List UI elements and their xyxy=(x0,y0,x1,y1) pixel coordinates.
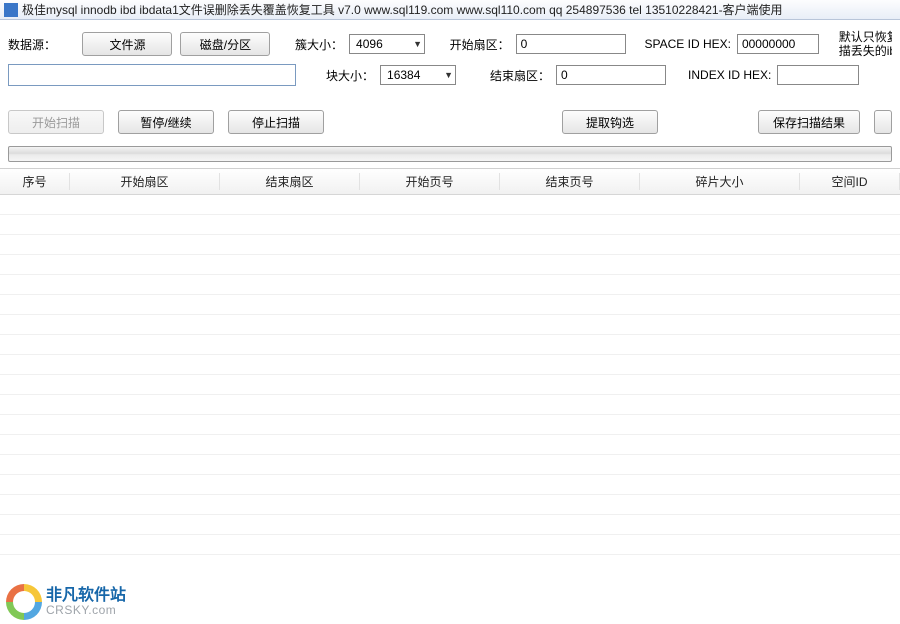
col-space-id[interactable]: 空间ID xyxy=(800,173,900,190)
end-sector-label: 结束扇区： xyxy=(490,67,550,84)
disk-partition-button[interactable]: 磁盘/分区 xyxy=(180,32,270,56)
table-row xyxy=(0,475,900,495)
titlebar: 极佳mysql innodb ibd ibdata1文件误删除丢失覆盖恢复工具 … xyxy=(0,0,900,20)
save-scan-result-button[interactable]: 保存扫描结果 xyxy=(758,110,860,134)
table-row xyxy=(0,515,900,535)
col-end-sector[interactable]: 结束扇区 xyxy=(220,173,360,190)
col-fragment-size[interactable]: 碎片大小 xyxy=(640,173,800,190)
cluster-size-input[interactable] xyxy=(349,34,425,54)
table-row xyxy=(0,335,900,355)
table-row xyxy=(0,535,900,555)
watermark-en: CRSKY.com xyxy=(46,604,126,617)
table-row xyxy=(0,455,900,475)
table-row xyxy=(0,195,900,215)
note-line2: 描丢失的ibd文件请把 xyxy=(839,44,892,58)
table-row xyxy=(0,215,900,235)
window-title: 极佳mysql innodb ibd ibdata1文件误删除丢失覆盖恢复工具 … xyxy=(22,1,783,18)
table-row xyxy=(0,255,900,275)
table-row xyxy=(0,295,900,315)
note-line1: 默认只恢复丢失ibda xyxy=(839,30,892,44)
datasource-label: 数据源： xyxy=(8,36,56,53)
cluster-size-label: 簇大小： xyxy=(295,36,343,53)
watermark-logo-icon xyxy=(6,584,42,620)
table-header: 序号 开始扇区 结束扇区 开始页号 结束页号 碎片大小 空间ID xyxy=(0,169,900,195)
table-row xyxy=(0,315,900,335)
col-start-page[interactable]: 开始页号 xyxy=(360,173,500,190)
table-row xyxy=(0,435,900,455)
datasource-input[interactable] xyxy=(8,64,296,86)
block-size-combo[interactable]: ▼ xyxy=(380,65,456,85)
config-row-1: 数据源： 文件源 磁盘/分区 簇大小： ▼ 开始扇区： SPACE ID HEX… xyxy=(0,20,900,62)
note-text: 默认只恢复丢失ibda 描丢失的ibd文件请把 xyxy=(839,30,892,58)
table-row xyxy=(0,375,900,395)
table-row xyxy=(0,235,900,255)
progress-bar xyxy=(8,146,892,162)
pause-resume-button[interactable]: 暂停/继续 xyxy=(118,110,214,134)
start-scan-button[interactable]: 开始扫描 xyxy=(8,110,104,134)
col-start-sector[interactable]: 开始扇区 xyxy=(70,173,220,190)
table-body xyxy=(0,195,900,563)
index-id-hex-label: INDEX ID HEX: xyxy=(688,68,771,82)
table-row xyxy=(0,355,900,375)
config-row-2: 块大小： ▼ 结束扇区： INDEX ID HEX: xyxy=(0,62,900,94)
watermark: 非凡软件站 CRSKY.com xyxy=(6,584,126,620)
extract-checked-button[interactable]: 提取钩选 xyxy=(562,110,658,134)
results-table: 序号 开始扇区 结束扇区 开始页号 结束页号 碎片大小 空间ID xyxy=(0,168,900,563)
space-id-hex-label: SPACE ID HEX: xyxy=(644,37,730,51)
extra-button[interactable] xyxy=(874,110,892,134)
start-sector-input[interactable] xyxy=(516,34,626,54)
col-end-page[interactable]: 结束页号 xyxy=(500,173,640,190)
file-source-button[interactable]: 文件源 xyxy=(82,32,172,56)
action-row: 开始扫描 暂停/继续 停止扫描 提取钩选 保存扫描结果 xyxy=(0,94,900,144)
cluster-size-combo[interactable]: ▼ xyxy=(349,34,425,54)
app-icon xyxy=(4,3,18,17)
start-sector-label: 开始扇区： xyxy=(450,36,510,53)
table-row xyxy=(0,495,900,515)
block-size-label: 块大小： xyxy=(326,67,374,84)
table-row xyxy=(0,395,900,415)
space-id-hex-input[interactable] xyxy=(737,34,819,54)
index-id-hex-input[interactable] xyxy=(777,65,859,85)
table-row xyxy=(0,275,900,295)
stop-scan-button[interactable]: 停止扫描 xyxy=(228,110,324,134)
table-row xyxy=(0,415,900,435)
end-sector-input[interactable] xyxy=(556,65,666,85)
block-size-input[interactable] xyxy=(380,65,456,85)
col-seq[interactable]: 序号 xyxy=(0,173,70,190)
watermark-cn: 非凡软件站 xyxy=(46,587,126,605)
